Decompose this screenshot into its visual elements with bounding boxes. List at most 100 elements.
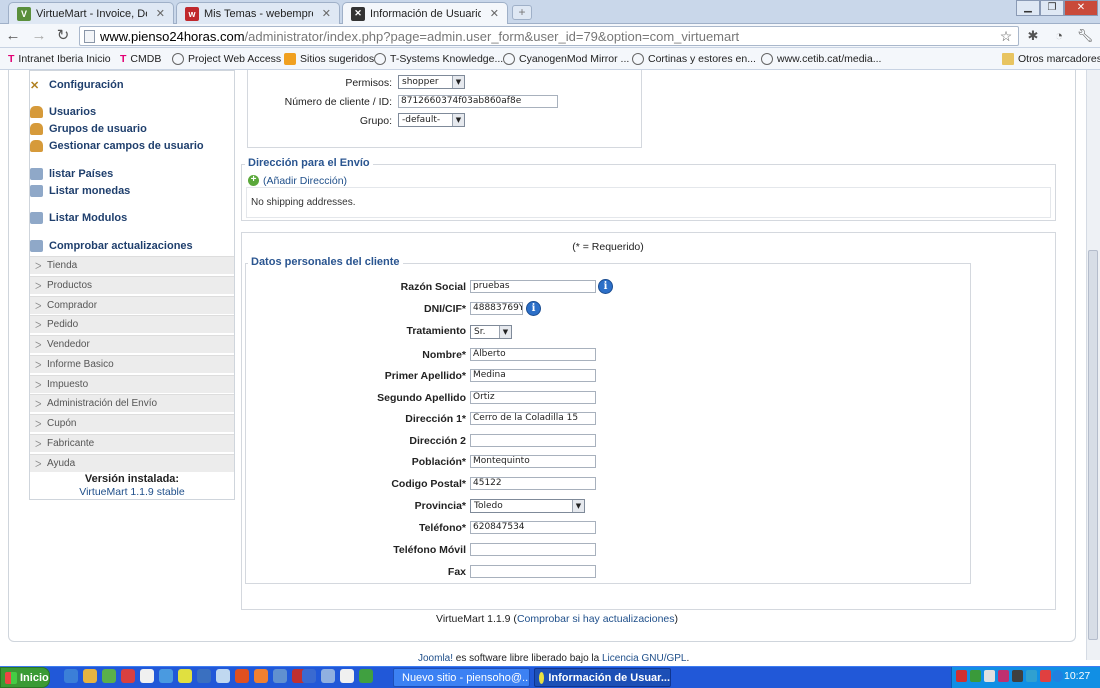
- messenger-icon[interactable]: [140, 669, 154, 683]
- telefono-input[interactable]: 620847534: [470, 521, 596, 534]
- close-tab-icon[interactable]: ✕: [322, 7, 331, 20]
- direccion1-input[interactable]: Cerro de la Coladilla 15: [470, 412, 596, 425]
- bookmark-item[interactable]: Cortinas y estores en...: [632, 51, 756, 67]
- tray-icon[interactable]: [1026, 670, 1037, 682]
- page-menu-icon[interactable]: ◔: [1050, 27, 1068, 45]
- tray-icon[interactable]: [1012, 670, 1023, 682]
- sidebar-link-grupos[interactable]: Grupos de usuario: [30, 123, 147, 135]
- address-bar[interactable]: www.pienso24horas.com/administrator/inde…: [79, 26, 1019, 46]
- chrome-icon[interactable]: [235, 669, 249, 683]
- wrench-icon[interactable]: 🔧︎: [1076, 27, 1094, 45]
- sidebar-link-actualizaciones[interactable]: Comprobar actualizaciones: [30, 240, 193, 252]
- firefox-icon[interactable]: [254, 669, 268, 683]
- extension-icon[interactable]: ✱: [1024, 27, 1042, 45]
- direccion2-input[interactable]: [470, 434, 596, 447]
- sidebar-link-paises[interactable]: listar Países: [30, 168, 113, 180]
- permisos-select[interactable]: shopper ▼: [398, 75, 465, 89]
- app-icon[interactable]: [273, 669, 287, 683]
- bookmark-item[interactable]: T Intranet Iberia Inicio: [8, 51, 111, 67]
- tray-icon[interactable]: [1052, 670, 1063, 682]
- installed-version-value[interactable]: VirtueMart 1.1.9 stable: [30, 486, 234, 498]
- bookmark-item[interactable]: T CMDB: [120, 51, 161, 67]
- sidebar-section-fabricante[interactable]: Fabricante: [30, 434, 234, 453]
- sidebar-link-campos[interactable]: Gestionar campos de usuario: [30, 140, 204, 152]
- app-icon[interactable]: [121, 669, 135, 683]
- minimize-icon[interactable]: ▁: [1016, 0, 1040, 16]
- sidebar-section-ayuda[interactable]: Ayuda: [30, 454, 234, 473]
- taskbar-window-ftp[interactable]: Nuevo sitio - piensoho@...: [393, 668, 530, 687]
- app-icon[interactable]: [302, 669, 316, 683]
- app-icon[interactable]: [197, 669, 211, 683]
- clock[interactable]: 10:27: [1064, 670, 1090, 682]
- sidebar-section-cupon[interactable]: Cupón: [30, 414, 234, 433]
- close-tab-icon[interactable]: ✕: [156, 7, 165, 20]
- sidebar-link-usuarios[interactable]: Usuarios: [30, 106, 96, 118]
- bookmark-star-icon[interactable]: ☆: [997, 27, 1015, 45]
- app-icon[interactable]: [321, 669, 335, 683]
- tratamiento-select[interactable]: Sr. ▼: [470, 325, 512, 339]
- sidebar-section-envio[interactable]: Administración del Envío: [30, 394, 234, 413]
- tray-icon[interactable]: [970, 670, 981, 682]
- tab-informacion-usuario[interactable]: ✕ Información de Usuario ✕: [342, 2, 508, 24]
- sidebar-link-modulos[interactable]: Listar Modulos: [30, 212, 127, 224]
- tray-icon[interactable]: [998, 670, 1009, 682]
- add-icon[interactable]: +: [248, 175, 259, 186]
- apellido2-input[interactable]: Ortiz: [470, 391, 596, 404]
- tray-icon[interactable]: [1040, 670, 1051, 682]
- excel-icon[interactable]: [359, 669, 373, 683]
- bookmark-item[interactable]: Project Web Access: [172, 51, 281, 67]
- poblacion-input[interactable]: Montequinto: [470, 455, 596, 468]
- sidebar-section-vendedor[interactable]: Vendedor: [30, 335, 234, 354]
- tray-icon[interactable]: [984, 670, 995, 682]
- info-icon[interactable]: i: [526, 301, 541, 316]
- info-icon[interactable]: i: [598, 279, 613, 294]
- forward-icon[interactable]: →: [30, 27, 48, 45]
- desktop-icon[interactable]: [102, 669, 116, 683]
- codigo-postal-input[interactable]: 45122: [470, 477, 596, 490]
- tab-mis-temas[interactable]: w Mis Temas - webempresa joom ✕: [176, 2, 340, 24]
- scrollbar-thumb[interactable]: [1088, 250, 1098, 640]
- cliente-id-input[interactable]: 8712660374f03ab860af8e: [398, 95, 558, 108]
- back-icon[interactable]: ←: [4, 27, 22, 45]
- sidebar-section-pedido[interactable]: Pedido: [30, 315, 234, 334]
- check-updates-link[interactable]: Comprobar si hay actualizaciones: [517, 613, 675, 625]
- apellido1-input[interactable]: Medina: [470, 369, 596, 382]
- bookmark-item[interactable]: CyanogenMod Mirror ...: [503, 51, 629, 67]
- sidebar-section-tienda[interactable]: Tienda: [30, 256, 234, 275]
- ie-icon[interactable]: [64, 669, 78, 683]
- tray-icon[interactable]: [956, 670, 967, 682]
- bookmark-item[interactable]: T-Systems Knowledge...: [374, 51, 503, 67]
- joomla-link[interactable]: Joomla!: [418, 653, 453, 664]
- bookmark-item[interactable]: Sitios sugeridos: [284, 51, 374, 67]
- license-link[interactable]: Licencia GNU/GPL: [602, 653, 686, 664]
- sidebar-section-comprador[interactable]: Comprador: [30, 296, 234, 315]
- add-address-link[interactable]: (Añadir Dirección): [263, 175, 347, 187]
- bookmark-item[interactable]: www.cetib.cat/media...: [761, 51, 881, 67]
- app-icon[interactable]: [159, 669, 173, 683]
- sidebar-link-monedas[interactable]: Listar monedas: [30, 185, 130, 197]
- sidebar-section-informe[interactable]: Informe Basico: [30, 355, 234, 374]
- start-button[interactable]: Inicio: [0, 667, 50, 688]
- app-icon[interactable]: [216, 669, 230, 683]
- dni-input[interactable]: 48883769Y: [470, 302, 523, 315]
- sidebar-link-configuracion[interactable]: ✕ Configuración: [30, 79, 124, 92]
- grupo-select[interactable]: -default- ▼: [398, 113, 465, 127]
- close-tab-icon[interactable]: ✕: [490, 7, 499, 20]
- fax-input[interactable]: [470, 565, 596, 578]
- close-window-icon[interactable]: ✕: [1064, 0, 1098, 16]
- tab-virtuemart-invoice[interactable]: V VirtueMart - Invoice, Delivery N ✕: [8, 2, 174, 24]
- taskbar-window-chrome[interactable]: Información de Usuar...: [534, 668, 671, 687]
- word-icon[interactable]: [340, 669, 354, 683]
- sidebar-section-productos[interactable]: Productos: [30, 276, 234, 295]
- nombre-input[interactable]: Alberto: [470, 348, 596, 361]
- provincia-select[interactable]: Toledo ▼: [470, 499, 585, 513]
- razon-input[interactable]: pruebas: [470, 280, 596, 293]
- reload-icon[interactable]: ↻: [54, 27, 72, 45]
- other-bookmarks[interactable]: Otros marcadores: [1002, 51, 1100, 67]
- maximize-icon[interactable]: ❐: [1040, 0, 1064, 16]
- app-icon[interactable]: [178, 669, 192, 683]
- outlook-icon[interactable]: [83, 669, 97, 683]
- new-tab-button[interactable]: +: [512, 5, 532, 20]
- sidebar-section-impuesto[interactable]: Impuesto: [30, 375, 234, 394]
- movil-input[interactable]: [470, 543, 596, 556]
